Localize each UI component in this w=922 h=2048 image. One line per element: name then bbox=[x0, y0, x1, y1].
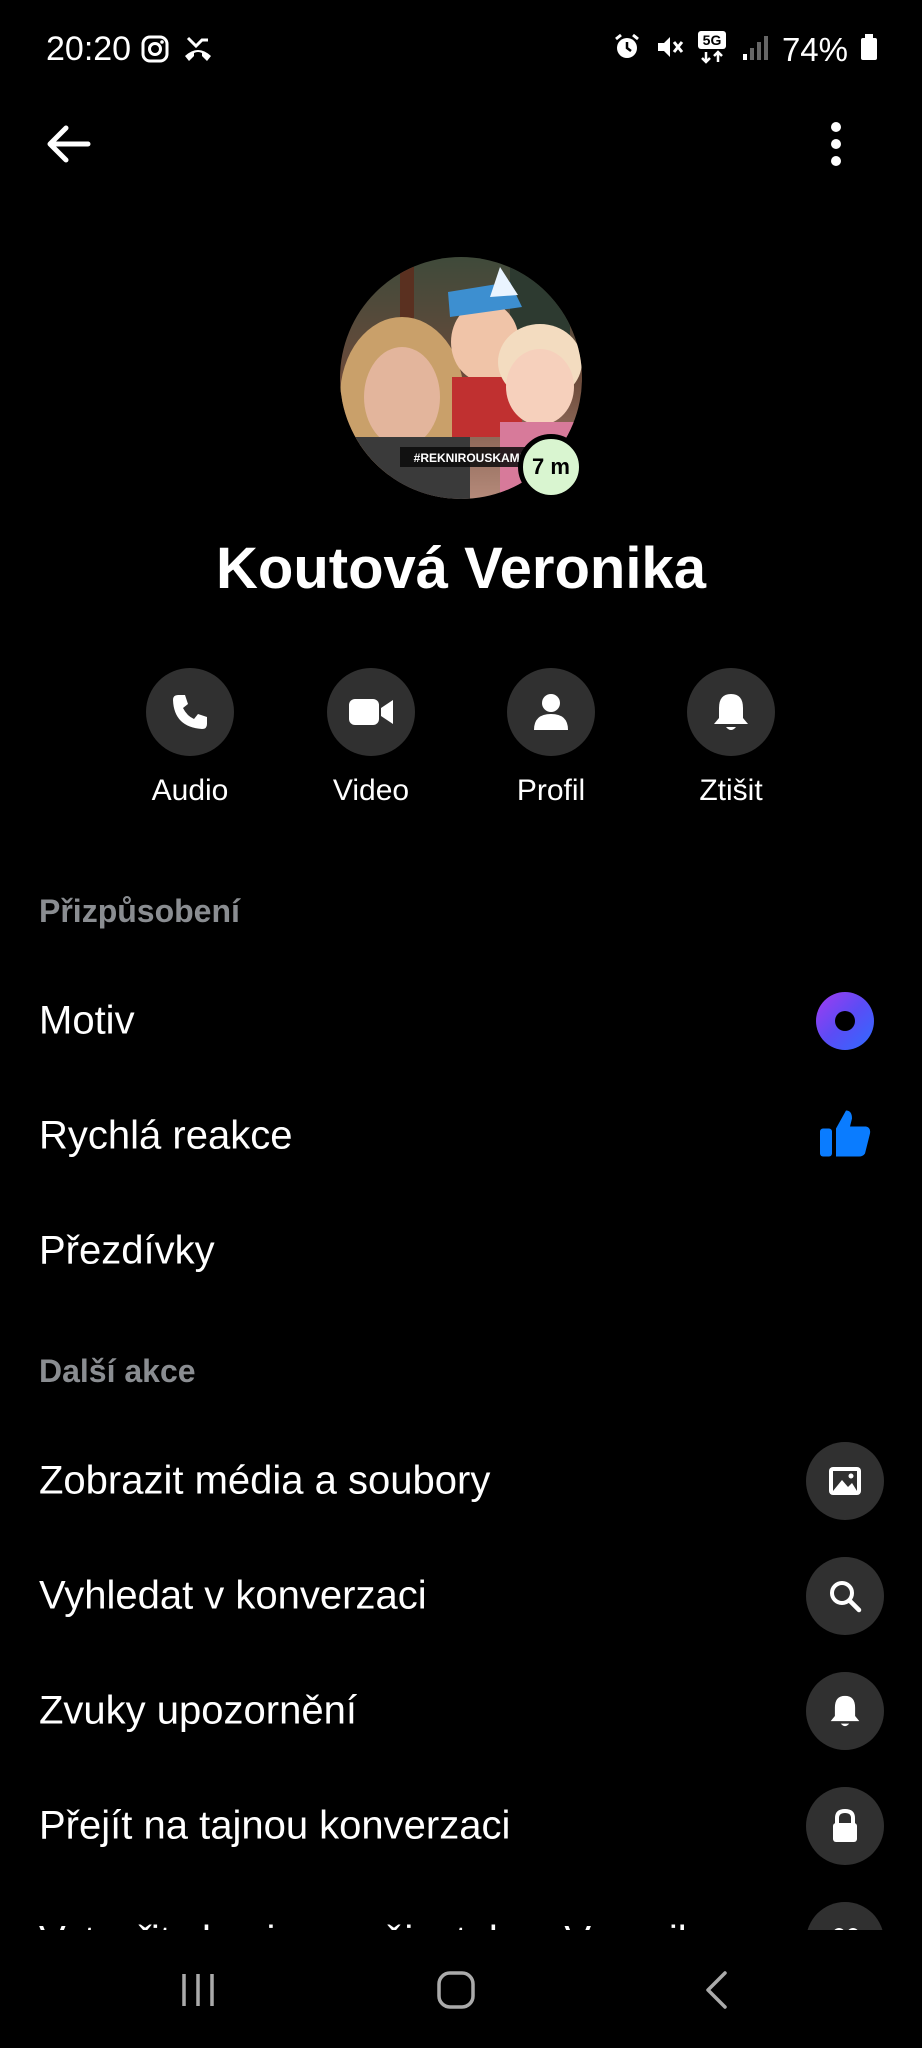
home-button[interactable] bbox=[416, 1960, 496, 2020]
view-media-row[interactable]: Zobrazit média a soubory bbox=[0, 1426, 922, 1536]
system-nav-bar bbox=[0, 1930, 922, 2048]
mute-label: Ztišit bbox=[699, 774, 763, 807]
audio-label: Audio bbox=[151, 774, 229, 807]
theme-row[interactable]: Motiv bbox=[0, 966, 922, 1076]
nicknames-row[interactable]: Přezdívky bbox=[0, 1196, 922, 1306]
thumbs-up-icon bbox=[820, 1110, 871, 1157]
back-button[interactable] bbox=[38, 114, 98, 174]
secret-conversation-label: Přejít na tajnou konverzaci bbox=[39, 1803, 511, 1848]
signal-icon bbox=[740, 32, 770, 67]
vertical-dots-icon bbox=[831, 122, 841, 166]
missed-call-icon bbox=[182, 34, 214, 69]
profile-button[interactable]: Profil bbox=[461, 668, 641, 808]
person-icon bbox=[534, 694, 568, 730]
video-call-button[interactable]: Video bbox=[281, 668, 461, 808]
notification-sounds-row[interactable]: Zvuky upozornění bbox=[0, 1656, 922, 1766]
arrow-left-icon bbox=[47, 125, 91, 163]
recent-apps-icon bbox=[182, 1974, 214, 2006]
profile-name: Koutová Veronika bbox=[216, 536, 706, 601]
nav-back-button[interactable] bbox=[676, 1960, 756, 2020]
create-group-row[interactable]: Vytvořit skupinu s uživatelem Veronika bbox=[0, 1900, 922, 1930]
conversation-settings-screen: 20:20 5G 74% #REKNIROUSKAMNE 7 m Koutová… bbox=[0, 0, 922, 2048]
status-time: 20:20 bbox=[46, 30, 132, 68]
battery-icon bbox=[860, 32, 878, 67]
notification-sounds-label: Zvuky upozornění bbox=[39, 1688, 357, 1733]
battery-percent: 74% bbox=[781, 30, 848, 68]
lock-icon bbox=[833, 1808, 857, 1842]
home-icon bbox=[437, 1971, 475, 2009]
quick-reaction-label: Rychlá reakce bbox=[39, 1113, 293, 1158]
image-icon bbox=[829, 1467, 861, 1495]
theme-label: Motiv bbox=[39, 998, 135, 1043]
nicknames-label: Přezdívky bbox=[39, 1228, 215, 1273]
search-icon bbox=[830, 1581, 862, 1613]
search-conversation-label: Vyhledat v konverzaci bbox=[39, 1573, 427, 1618]
video-camera-icon bbox=[349, 699, 393, 725]
theme-dot-icon bbox=[816, 992, 874, 1050]
recent-apps-button[interactable] bbox=[158, 1960, 238, 2020]
view-media-label: Zobrazit média a soubory bbox=[39, 1458, 491, 1503]
create-group-label: Vytvořit skupinu s uživatelem Veronika bbox=[39, 1919, 720, 1931]
customization-section-title: Přizpůsobení bbox=[39, 893, 240, 929]
secret-conversation-row[interactable]: Přejít na tajnou konverzaci bbox=[0, 1771, 922, 1881]
active-time-badge: 7 m bbox=[518, 434, 584, 500]
audio-call-button[interactable]: Audio bbox=[100, 668, 280, 808]
5g-icon: 5G bbox=[696, 30, 728, 69]
status-bar: 20:20 5G 74% bbox=[0, 0, 922, 100]
phone-icon bbox=[173, 695, 207, 729]
quick-reaction-row[interactable]: Rychlá reakce bbox=[0, 1081, 922, 1191]
search-conversation-row[interactable]: Vyhledat v konverzaci bbox=[0, 1541, 922, 1651]
mute-icon bbox=[654, 32, 684, 67]
more-options-button[interactable] bbox=[806, 114, 866, 174]
more-actions-section-title: Další akce bbox=[39, 1353, 196, 1389]
mute-button[interactable]: Ztišit bbox=[641, 668, 821, 808]
alarm-icon bbox=[612, 32, 642, 67]
back-icon bbox=[706, 1971, 727, 2009]
bell-icon bbox=[830, 1695, 860, 1727]
svg-text:5G: 5G bbox=[703, 32, 722, 48]
instagram-icon bbox=[140, 34, 170, 69]
video-label: Video bbox=[332, 774, 410, 807]
bell-icon bbox=[714, 694, 748, 730]
create-group-row-clip: Vytvořit skupinu s uživatelem Veronika bbox=[0, 1900, 922, 1930]
profile-label: Profil bbox=[516, 774, 586, 807]
